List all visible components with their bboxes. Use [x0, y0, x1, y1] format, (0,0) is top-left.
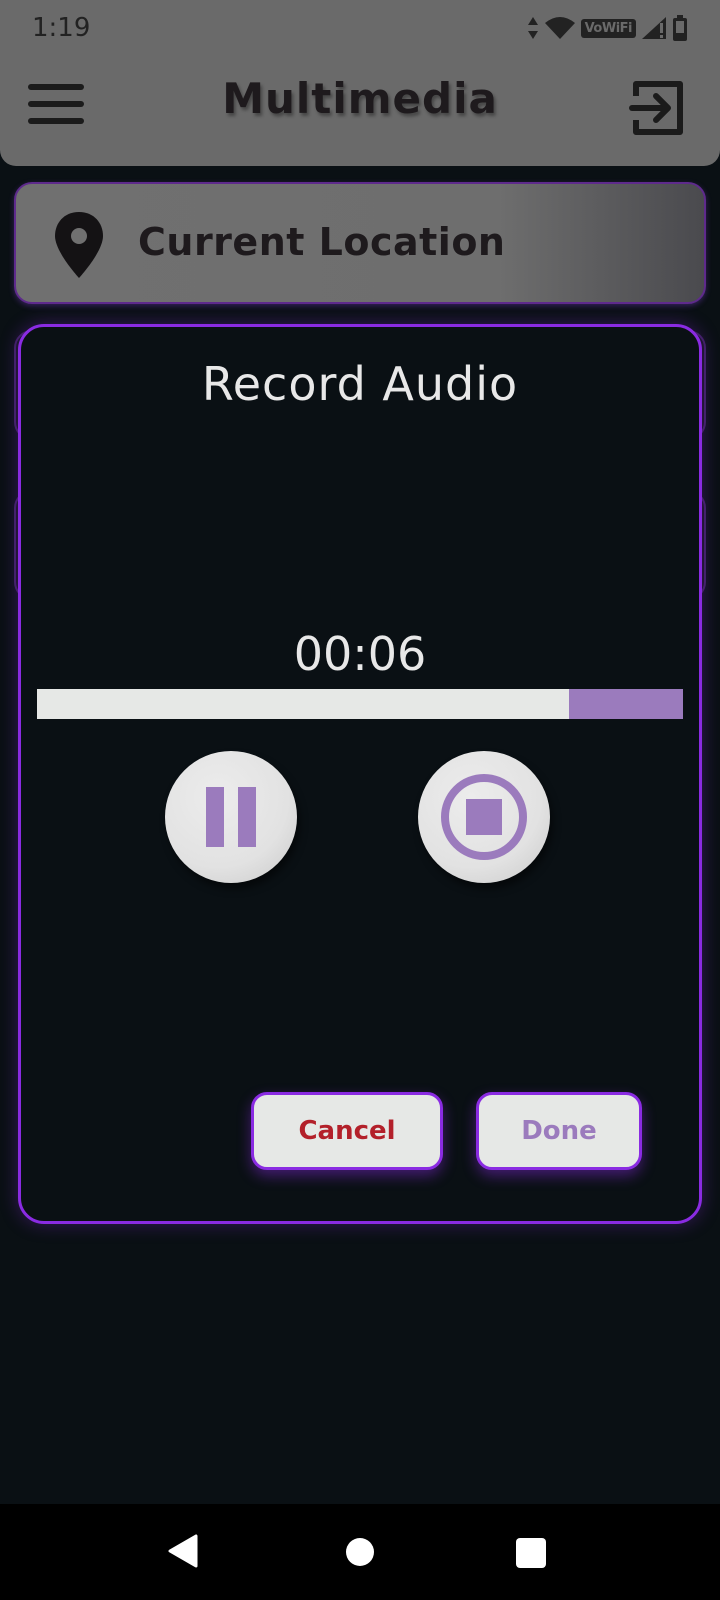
app-bar: Multimedia [0, 56, 720, 166]
recording-timer: 00:06 [293, 627, 427, 681]
system-nav-bar [0, 1504, 720, 1600]
record-audio-dialog: Record Audio 00:06 Cancel Done [18, 324, 702, 1224]
vowifi-icon: VoWiFi [580, 18, 636, 38]
battery-icon [672, 15, 688, 41]
cancel-button[interactable]: Cancel [251, 1092, 443, 1170]
dialog-title: Record Audio [201, 357, 519, 411]
wifi-icon [544, 17, 575, 39]
location-pin-icon [52, 210, 106, 280]
done-button[interactable]: Done [476, 1092, 642, 1170]
home-icon[interactable] [346, 1538, 374, 1566]
recording-progress-bar [37, 689, 683, 719]
recents-icon[interactable] [516, 1538, 546, 1568]
data-arrows-icon [527, 17, 539, 39]
back-icon[interactable] [168, 1534, 198, 1572]
status-icons: VoWiFi [527, 15, 688, 41]
status-bar: 1:19 VoWiFi [0, 0, 720, 56]
status-time: 1:19 [32, 13, 91, 43]
stop-button[interactable] [418, 751, 550, 883]
recording-progress-fill [37, 689, 569, 719]
pause-button[interactable] [165, 751, 297, 883]
pause-icon [206, 787, 256, 847]
logout-icon[interactable] [628, 78, 688, 138]
signal-icon [642, 17, 666, 39]
page-title: Multimedia [222, 74, 498, 123]
stop-icon [441, 774, 527, 860]
current-location-card[interactable]: Current Location [14, 182, 706, 304]
current-location-label: Current Location [138, 220, 506, 264]
